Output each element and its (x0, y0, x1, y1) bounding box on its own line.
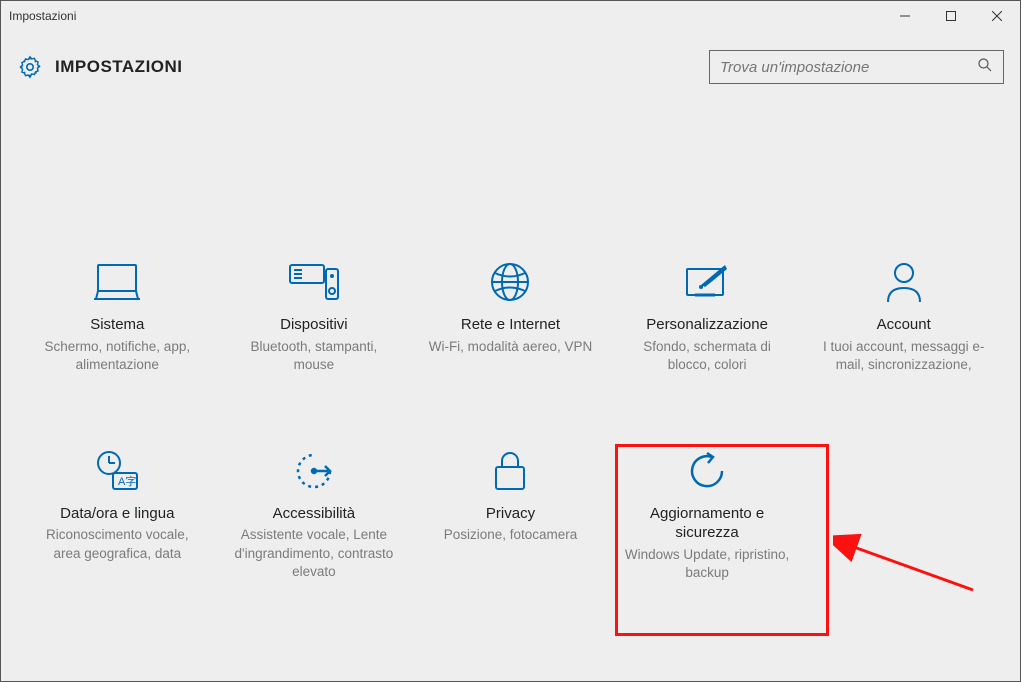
tile-title: Sistema (28, 315, 206, 335)
tile-desc: Schermo, notifiche, app, alimentazione (28, 338, 206, 374)
tile-desc: Bluetooth, stampanti, mouse (225, 338, 403, 374)
update-security-icon (618, 448, 796, 494)
account-icon (815, 259, 993, 305)
privacy-icon (421, 448, 599, 494)
svg-text:A字: A字 (118, 474, 136, 488)
page-title: IMPOSTAZIONI (55, 57, 183, 77)
tile-desc: Sfondo, schermata di blocco, colori (618, 338, 796, 374)
window-title: Impostazioni (9, 9, 882, 23)
tile-accounts[interactable]: Account I tuoi account, messaggi e-mail,… (809, 251, 999, 390)
maximize-button[interactable] (928, 1, 974, 31)
tile-title: Dispositivi (225, 315, 403, 335)
tile-desc: Assistente vocale, Lente d'ingrandimento… (225, 526, 403, 581)
network-icon (421, 259, 599, 305)
tile-title: Personalizzazione (618, 315, 796, 335)
gear-icon (17, 54, 43, 80)
search-box[interactable] (709, 50, 1004, 84)
time-language-icon: A字 (28, 448, 206, 494)
tile-desc: Riconoscimento vocale, area geografica, … (28, 526, 206, 562)
close-button[interactable] (974, 1, 1020, 31)
tile-grid: Sistema Schermo, notifiche, app, aliment… (21, 251, 1000, 598)
titlebar: Impostazioni (1, 1, 1020, 31)
tile-title: Data/ora e lingua (28, 504, 206, 524)
tile-accessibility[interactable]: Accessibilità Assistente vocale, Lente d… (219, 440, 409, 598)
search-input[interactable] (720, 59, 977, 76)
tile-title: Rete e Internet (421, 315, 599, 335)
tile-title: Privacy (421, 504, 599, 524)
personalization-icon (618, 259, 796, 305)
tile-personalization[interactable]: Personalizzazione Sfondo, schermata di b… (612, 251, 802, 390)
search-icon (977, 57, 993, 78)
tile-desc: Windows Update, ripristino, backup (618, 546, 796, 582)
system-icon (28, 259, 206, 305)
minimize-button[interactable] (882, 1, 928, 31)
tile-title: Accessibilità (225, 504, 403, 524)
tile-privacy[interactable]: Privacy Posizione, fotocamera (415, 440, 605, 598)
header: IMPOSTAZIONI (1, 31, 1020, 91)
tile-network[interactable]: Rete e Internet Wi-Fi, modalità aereo, V… (415, 251, 605, 390)
window-controls (882, 1, 1020, 31)
tile-desc: Wi-Fi, modalità aereo, VPN (421, 338, 599, 356)
accessibility-icon (225, 448, 403, 494)
tile-title: Account (815, 315, 993, 335)
tile-title: Aggiornamento e sicurezza (618, 504, 796, 543)
tile-system[interactable]: Sistema Schermo, notifiche, app, aliment… (22, 251, 212, 390)
tile-devices[interactable]: Dispositivi Bluetooth, stampanti, mouse (219, 251, 409, 390)
devices-icon (225, 259, 403, 305)
tile-desc: Posizione, fotocamera (421, 526, 599, 544)
content: Sistema Schermo, notifiche, app, aliment… (1, 91, 1020, 598)
tile-update-security[interactable]: Aggiornamento e sicurezza Windows Update… (612, 440, 802, 598)
tile-desc: I tuoi account, messaggi e-mail, sincron… (815, 338, 993, 374)
tile-time-language[interactable]: A字 Data/ora e lingua Riconoscimento voca… (22, 440, 212, 598)
